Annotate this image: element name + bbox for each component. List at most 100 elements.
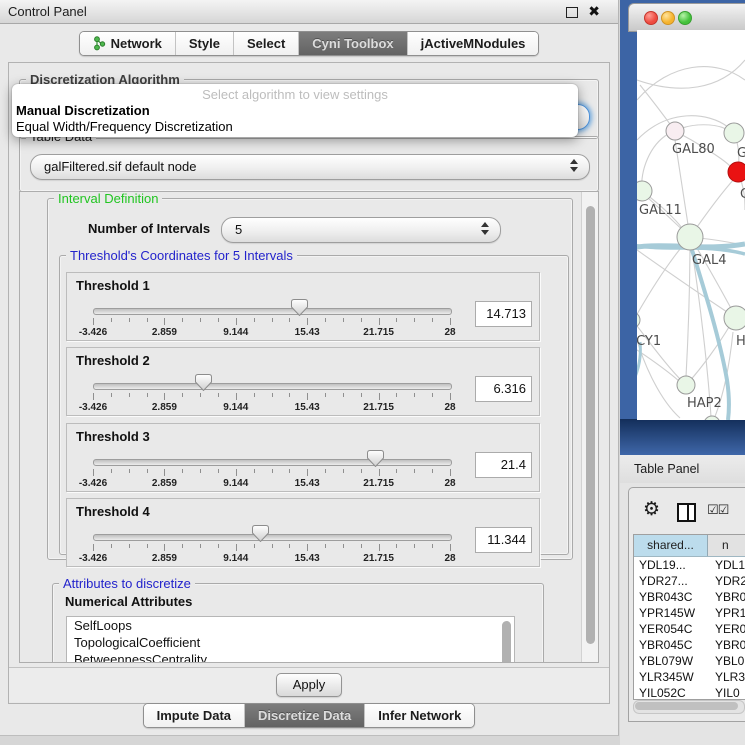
slider-tick (254, 544, 255, 548)
network-node-label: GA (737, 146, 745, 161)
top-tab-bar: Network StyleSelectCyni ToolboxjActiveMNo… (0, 31, 618, 56)
attribute-item-betweennesscentrality[interactable]: BetweennessCentrality (67, 651, 514, 663)
dropdown-prompt: Select algorithm to view settings (12, 87, 578, 102)
table-row[interactable]: YDL19...YDL1 (634, 557, 745, 573)
column-header-shared-name[interactable]: shared... (634, 535, 708, 556)
threshold-3-panel: Threshold 3-3.4262.8599.14415.4321.71528… (66, 423, 540, 492)
dropdown-item-equal-width-frequency-discretization[interactable]: Equal Width/Frequency Discretization (16, 119, 233, 134)
table-cell: YBL079W (634, 653, 712, 669)
network-node-hap2[interactable] (677, 376, 695, 394)
slider-tick-label: 21.715 (363, 402, 394, 413)
table-row[interactable]: YBR043CYBR0 (634, 589, 745, 605)
tab-discretize-data[interactable]: Discretize Data (245, 704, 365, 727)
apply-button[interactable]: Apply (276, 673, 342, 697)
attribute-item-selfloops[interactable]: SelfLoops (67, 617, 514, 634)
table-row[interactable]: YBL079WYBL0 (634, 653, 745, 669)
attribute-item-topologicalcoefficient[interactable]: TopologicalCoefficient (67, 634, 514, 651)
control-panel-titlebar[interactable]: Control Panel ✖ (0, 0, 618, 24)
threshold-1-slider-track[interactable] (93, 308, 452, 315)
slider-tick (236, 318, 237, 325)
table-row[interactable]: YIL052CYIL0 (634, 685, 745, 700)
tab-style[interactable]: Style (176, 32, 234, 55)
numerical-attributes-list[interactable]: SelfLoopsTopologicalCoefficientBetweenne… (66, 616, 515, 663)
threshold-2-slider-track[interactable] (93, 383, 452, 390)
network-edge[interactable] (637, 350, 679, 381)
table-row[interactable]: YER054CYER0 (634, 621, 745, 637)
column-header-name[interactable]: n (708, 535, 745, 556)
network-node-c[interactable] (728, 162, 745, 182)
slider-tick (432, 544, 433, 548)
table-row[interactable]: YBR045CYBR0 (634, 637, 745, 653)
threshold-1-value-field[interactable]: 14.713 (475, 301, 532, 327)
tab-select[interactable]: Select (234, 32, 299, 55)
threshold-2-value-field[interactable]: 6.316 (475, 376, 532, 402)
threshold-3-slider-track[interactable] (93, 459, 452, 466)
network-node[interactable] (704, 416, 720, 420)
table-data-combobox[interactable]: galFiltered.sif default node (30, 154, 590, 180)
network-node-ga[interactable] (724, 123, 744, 143)
table-cell: YDL1 (712, 557, 745, 573)
slider-tick (111, 544, 112, 548)
settings-scrollbar-track[interactable] (581, 192, 598, 662)
threshold-2-slider-thumb[interactable] (195, 374, 212, 391)
table-row[interactable]: YDR27...YDR2 (634, 573, 745, 589)
slider-tick-label: 2.859 (152, 402, 177, 413)
network-window-titlebar[interactable] (628, 3, 745, 32)
slider-tick (93, 469, 94, 476)
float-window-icon[interactable] (566, 7, 578, 18)
number-of-intervals-combobox[interactable]: 5 (221, 217, 501, 243)
columns-icon[interactable] (677, 503, 696, 522)
tab-jactivemnodules[interactable]: jActiveMNodules (408, 32, 539, 55)
network-edge[interactable] (686, 237, 690, 377)
table-cell: YBR043C (634, 589, 712, 605)
threshold-3-slider-thumb[interactable] (367, 450, 384, 467)
tab-label: Network (111, 36, 162, 51)
slider-tick-label: 15.43 (295, 478, 320, 489)
slider-tick-label: -3.426 (79, 553, 107, 564)
threshold-3-value-field[interactable]: 21.4 (475, 452, 532, 478)
network-node-gal80[interactable] (666, 122, 684, 140)
slider-tick (182, 393, 183, 397)
network-node-gal11[interactable] (637, 181, 652, 201)
tab-network[interactable]: Network (80, 32, 176, 55)
table-panel-header[interactable]: Table Panel (620, 455, 745, 484)
table-hscroll-thumb[interactable] (635, 702, 738, 710)
interval-definition-title: Interval Definition (54, 191, 162, 206)
close-icon[interactable]: ✖ (588, 2, 600, 20)
tab-infer-network[interactable]: Infer Network (365, 704, 474, 727)
slider-tick (182, 318, 183, 322)
tab-label: Discretize Data (258, 708, 351, 723)
slider-tick (396, 544, 397, 548)
threshold-3-label: Threshold 3 (76, 429, 150, 444)
network-canvas[interactable]: GAL80GACGAL11GAL4GCY1HHAP2 (637, 30, 745, 420)
network-node-h[interactable] (724, 306, 745, 330)
network-node-gal4[interactable] (677, 224, 703, 250)
settings-scrollbar-thumb[interactable] (586, 206, 595, 644)
threshold-4-slider-track[interactable] (93, 534, 452, 541)
table-horizontal-scrollbar[interactable] (633, 700, 745, 714)
network-node-gcy1[interactable] (637, 312, 640, 328)
slider-tick (343, 318, 344, 322)
tab-cyni-toolbox[interactable]: Cyni Toolbox (299, 32, 407, 55)
threshold-4-label: Threshold 4 (76, 504, 150, 519)
slider-tick (200, 318, 201, 322)
node-table[interactable]: shared...n YDL19...YDL1YDR27...YDR2YBR04… (633, 534, 745, 700)
table-row[interactable]: YLR345WYLR3 (634, 669, 745, 685)
select-columns-checkboxes-icon[interactable]: ☑☑ (707, 502, 728, 518)
threshold-4-slider-thumb[interactable] (252, 525, 269, 542)
network-edge[interactable] (637, 67, 745, 100)
table-data-value: galFiltered.sif default node (44, 159, 196, 174)
close-traffic-light-icon[interactable] (644, 11, 658, 25)
gear-icon[interactable]: ⚙ (643, 500, 660, 519)
table-row[interactable]: YPR145WYPR1 (634, 605, 745, 621)
dropdown-item-manual-discretization[interactable]: Manual Discretization (16, 103, 150, 118)
table-cell: YBL0 (712, 653, 745, 669)
tab-impute-data[interactable]: Impute Data (144, 704, 245, 727)
attributes-scrollbar-thumb[interactable] (502, 621, 511, 663)
table-cell: YDR27... (634, 573, 712, 589)
slider-tick (289, 544, 290, 548)
threshold-4-value-field[interactable]: 11.344 (475, 527, 532, 553)
threshold-1-slider-thumb[interactable] (291, 299, 308, 316)
zoom-traffic-light-icon[interactable] (678, 11, 692, 25)
minimize-traffic-light-icon[interactable] (661, 11, 675, 25)
